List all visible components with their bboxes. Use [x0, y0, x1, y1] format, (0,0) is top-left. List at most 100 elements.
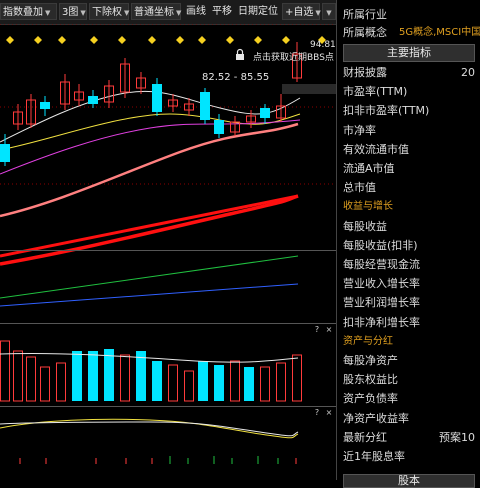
- section-header: 资产与分红: [343, 333, 475, 351]
- indicator-label: 扣非净利增长率: [343, 316, 420, 329]
- indicator-label: 每股收益: [343, 220, 387, 233]
- indicator-row[interactable]: 营业利润增长率: [343, 294, 475, 312]
- indicator-row[interactable]: 最新分红 预案10: [343, 429, 475, 447]
- volume-bar: [260, 366, 270, 402]
- indicator-label: 资产与分红: [343, 336, 393, 347]
- volume-bar: [88, 351, 98, 401]
- chart-count-label: 3图: [62, 7, 79, 18]
- indicator-label: 流通A市值: [343, 162, 395, 175]
- indicator-label: 营业利润增长率: [343, 296, 420, 309]
- indicator-row[interactable]: 净资产收益率: [343, 410, 475, 428]
- indicator-row[interactable]: 资产负债率: [343, 390, 475, 408]
- bottom-white-line: [0, 421, 299, 437]
- volume-bar: [120, 354, 130, 402]
- diamond-marker: [118, 36, 126, 44]
- indicator-label: 近1年股息率: [343, 450, 405, 463]
- indicator-row[interactable]: 扣非市盈率(TTM): [343, 102, 475, 120]
- indicator-row[interactable]: 扣非净利增长率: [343, 314, 475, 332]
- indicator-label: 净资产收益率: [343, 412, 409, 425]
- volume-bar: [13, 350, 23, 402]
- indicator-row[interactable]: 财报披露 20: [343, 64, 475, 82]
- indicator-label: 股东权益比: [343, 373, 398, 386]
- indicator-label: 每股收益(扣非): [343, 239, 418, 252]
- date-locate-button[interactable]: 日期定位: [236, 3, 280, 20]
- volume-ma-line: [0, 352, 299, 363]
- volume-bar: [72, 351, 82, 401]
- diamond-marker: [198, 36, 206, 44]
- candle-body: [0, 144, 10, 162]
- volume-bar: [40, 366, 50, 402]
- indicator-row[interactable]: 每股净资产: [343, 352, 475, 370]
- help-icon[interactable]: ?: [313, 326, 321, 334]
- ex-right-label: 下除权: [92, 7, 122, 18]
- volume-bars: [0, 340, 302, 402]
- indicator-label: 最新分红: [343, 431, 387, 444]
- draw-line-button[interactable]: 画线: [184, 3, 208, 20]
- diamond-marker: [34, 36, 42, 44]
- panel-separator[interactable]: [0, 323, 336, 324]
- chevron-down-icon: ▼: [315, 9, 321, 17]
- help-icon[interactable]: ?: [313, 409, 321, 417]
- indicator-row[interactable]: 每股收益: [343, 218, 475, 236]
- panel-separator[interactable]: [0, 406, 336, 407]
- indicator-row[interactable]: 营业收入增长率: [343, 275, 475, 293]
- pan-button[interactable]: 平移: [210, 3, 234, 20]
- kline-chart-area[interactable]: 指数叠加 ▼ 3图 ▼ 下除权 ▼ 普通坐标 ▼ 画线 平移 日期定位 +自选 ▼ ▼: [0, 0, 336, 480]
- indicator-row[interactable]: 市盈率(TTM): [343, 83, 475, 101]
- indicator-row[interactable]: 市净率: [343, 122, 475, 140]
- volume-bar: [244, 367, 254, 401]
- volume-bar: [198, 361, 208, 401]
- diamond-marker: [90, 36, 98, 44]
- coordinate-dropdown[interactable]: 普通坐标 ▼: [131, 3, 181, 20]
- indicator-label: 市净率: [343, 124, 376, 137]
- pan-label: 平移: [212, 6, 232, 17]
- volume-bar: [136, 351, 146, 401]
- lock-icon[interactable]: [236, 48, 244, 61]
- main-indicators-button[interactable]: 主要指标: [343, 44, 475, 62]
- diamond-marker: [226, 36, 234, 44]
- price-tag-box: [282, 84, 336, 94]
- high-price-label: 94.81: [310, 40, 336, 50]
- chart-count-dropdown[interactable]: 3图 ▼: [59, 3, 87, 20]
- indicator-row[interactable]: 每股收益(扣非): [343, 237, 475, 255]
- candle-body: [200, 92, 210, 120]
- volume-bar: [26, 356, 36, 402]
- ma-long-line: [0, 194, 299, 258]
- volume-bar: [214, 365, 224, 401]
- volume-bar: [292, 354, 302, 402]
- chevron-down-icon: ▼: [176, 9, 182, 17]
- indicator-blue-line: [0, 283, 299, 307]
- signal-diamonds: [6, 36, 326, 44]
- volume-bar: [276, 362, 286, 402]
- indicator-row[interactable]: 近1年股息率: [343, 448, 475, 466]
- indicator-row[interactable]: 股东权益比: [343, 371, 475, 389]
- indicator-row[interactable]: 有效流通市值: [343, 141, 475, 159]
- indicator-row[interactable]: 总市值: [343, 179, 475, 197]
- panel-separator[interactable]: [0, 250, 336, 251]
- volume-bar: [168, 364, 178, 402]
- ex-right-dropdown[interactable]: 下除权 ▼: [89, 3, 129, 20]
- indicator-label: 市盈率(TTM): [343, 85, 408, 98]
- share-capital-button[interactable]: 股本: [343, 474, 475, 488]
- indicator-row[interactable]: 每股经营现金流: [343, 256, 475, 274]
- add-favorite-dropdown[interactable]: +自选 ▼: [282, 3, 321, 20]
- add-favorite-label: +自选: [285, 7, 314, 18]
- chevron-down-icon: ▼: [80, 9, 86, 17]
- concept-label: 所属概念: [343, 26, 387, 39]
- candle-body: [88, 96, 98, 104]
- candle-body: [152, 84, 162, 112]
- candle-body: [260, 108, 270, 118]
- indicator-label: 收益与增长: [343, 201, 393, 212]
- concept-value[interactable]: 5G概念,MSCI中国: [399, 24, 480, 42]
- volume-bar: [56, 362, 66, 402]
- indicator-label: 扣非市盈率(TTM): [343, 104, 430, 117]
- candle-body: [40, 102, 50, 109]
- close-icon[interactable]: ×: [325, 326, 333, 334]
- indicator-row[interactable]: 流通A市值: [343, 160, 475, 178]
- index-overlay-dropdown[interactable]: 指数叠加 ▼: [0, 3, 57, 20]
- bbs-hint-label[interactable]: 点击获取近期BBS点: [253, 51, 334, 63]
- close-icon[interactable]: ×: [325, 409, 333, 417]
- diamond-marker: [148, 36, 156, 44]
- draw-line-label: 画线: [186, 6, 206, 17]
- toolbar-scroll-button[interactable]: ▼: [322, 3, 336, 20]
